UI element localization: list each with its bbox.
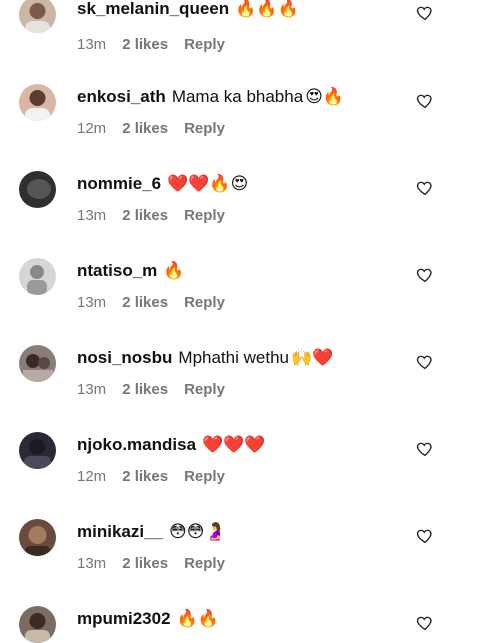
emoji-text: 🔥🔥 — [176, 609, 219, 629]
emoji-text: 😳😳🤰 — [169, 522, 226, 542]
comment-item: mpumi2302 🔥🔥 — [0, 606, 480, 643]
username[interactable]: nommie_6 — [77, 174, 161, 193]
timestamp: 13m — [77, 381, 107, 398]
comment-meta: 13m 2 likes Reply — [77, 553, 241, 575]
username[interactable]: minikazi__ — [77, 522, 163, 541]
emoji-text: ❤️❤️❤️ — [202, 435, 266, 455]
comment-meta: 13m 2 likes Reply — [77, 205, 241, 227]
avatar[interactable] — [19, 345, 56, 382]
reply-button[interactable]: Reply — [184, 555, 225, 572]
comment-item: nommie_6 ❤️❤️🔥😍 13m 2 likes Reply — [0, 171, 480, 258]
timestamp: 13m — [77, 555, 107, 572]
avatar[interactable] — [19, 519, 56, 556]
comment-line: njoko.mandisa ❤️❤️❤️ — [77, 432, 266, 458]
comment-item: enkosi_ath Mama ka bhabha 😍🔥 12m 2 likes Rep… — [0, 84, 480, 171]
likes-count[interactable]: 2 likes — [122, 120, 168, 137]
timestamp: 13m — [77, 294, 107, 311]
emoji-text: 🙌❤️ — [290, 348, 334, 368]
emoji-text: ❤️❤️🔥😍 — [167, 174, 249, 194]
comment-meta: 13m 2 likes Reply — [77, 292, 241, 314]
comment-item: sk_melanin_queen 🔥🔥🔥 13m 2 likes Reply — [0, 0, 480, 83]
username[interactable]: enkosi_ath — [77, 87, 166, 106]
like-heart-icon[interactable] — [416, 266, 434, 284]
likes-count[interactable]: 2 likes — [122, 36, 168, 53]
timestamp: 12m — [77, 120, 107, 137]
comment-item: nosi_nosbu Mphathi wethu 🙌❤️ 13m 2 likes Rep… — [0, 345, 480, 432]
reply-button[interactable]: Reply — [184, 381, 225, 398]
comment-item: minikazi__ 😳😳🤰 13m 2 likes Reply — [0, 519, 480, 606]
emoji-text: 🔥🔥🔥 — [235, 0, 299, 19]
username[interactable]: nosi_nosbu — [77, 348, 172, 367]
reply-button[interactable]: Reply — [184, 36, 225, 53]
username[interactable]: sk_melanin_queen — [77, 0, 229, 18]
likes-count[interactable]: 2 likes — [122, 294, 168, 311]
avatar[interactable] — [19, 84, 56, 121]
comment-line: minikazi__ 😳😳🤰 — [77, 519, 226, 545]
like-heart-icon[interactable] — [416, 527, 434, 545]
comment-meta: 13m 2 likes Reply — [77, 34, 241, 56]
likes-count[interactable]: 2 likes — [122, 381, 168, 398]
like-heart-icon[interactable] — [416, 614, 434, 632]
comment-line: enkosi_ath Mama ka bhabha 😍🔥 — [77, 84, 344, 110]
username[interactable]: mpumi2302 — [77, 609, 171, 628]
username[interactable]: ntatiso_m — [77, 261, 157, 280]
comment-meta: 12m 2 likes Reply — [77, 118, 241, 140]
timestamp: 13m — [77, 36, 107, 53]
like-heart-icon[interactable] — [416, 179, 434, 197]
like-heart-icon[interactable] — [416, 92, 434, 110]
like-heart-icon[interactable] — [416, 4, 434, 22]
like-heart-icon[interactable] — [416, 440, 434, 458]
avatar[interactable] — [19, 258, 56, 295]
comment-item: ntatiso_m 🔥 13m 2 likes Reply — [0, 258, 480, 345]
likes-count[interactable]: 2 likes — [122, 207, 168, 224]
avatar[interactable] — [19, 606, 56, 643]
comment-line: nosi_nosbu Mphathi wethu 🙌❤️ — [77, 345, 333, 371]
comment-line: mpumi2302 🔥🔥 — [77, 606, 219, 632]
emoji-text: 🔥 — [163, 261, 185, 281]
avatar[interactable] — [19, 171, 56, 208]
comment-meta: 12m 2 likes Reply — [77, 466, 241, 488]
timestamp: 13m — [77, 207, 107, 224]
emoji-text: 😍🔥 — [305, 87, 345, 107]
comment-line: ntatiso_m 🔥 — [77, 258, 184, 284]
comment-item: njoko.mandisa ❤️❤️❤️ 12m 2 likes Reply — [0, 432, 480, 519]
like-heart-icon[interactable] — [416, 353, 434, 371]
reply-button[interactable]: Reply — [184, 294, 225, 311]
comment-line: sk_melanin_queen 🔥🔥🔥 — [77, 0, 299, 22]
comment-text: Mphathi wethu — [178, 348, 289, 367]
likes-count[interactable]: 2 likes — [122, 555, 168, 572]
comment-text: Mama ka bhabha — [171, 87, 304, 106]
comments-list: sk_melanin_queen 🔥🔥🔥 13m 2 likes Reply enko… — [0, 0, 480, 643]
reply-button[interactable]: Reply — [184, 468, 225, 485]
avatar[interactable] — [19, 0, 56, 33]
comment-line: nommie_6 ❤️❤️🔥😍 — [77, 171, 248, 197]
comment-meta: 13m 2 likes Reply — [77, 379, 241, 401]
username[interactable]: njoko.mandisa — [77, 435, 196, 454]
avatar[interactable] — [19, 432, 56, 469]
timestamp: 12m — [77, 468, 107, 485]
reply-button[interactable]: Reply — [184, 120, 225, 137]
likes-count[interactable]: 2 likes — [122, 468, 168, 485]
reply-button[interactable]: Reply — [184, 207, 225, 224]
